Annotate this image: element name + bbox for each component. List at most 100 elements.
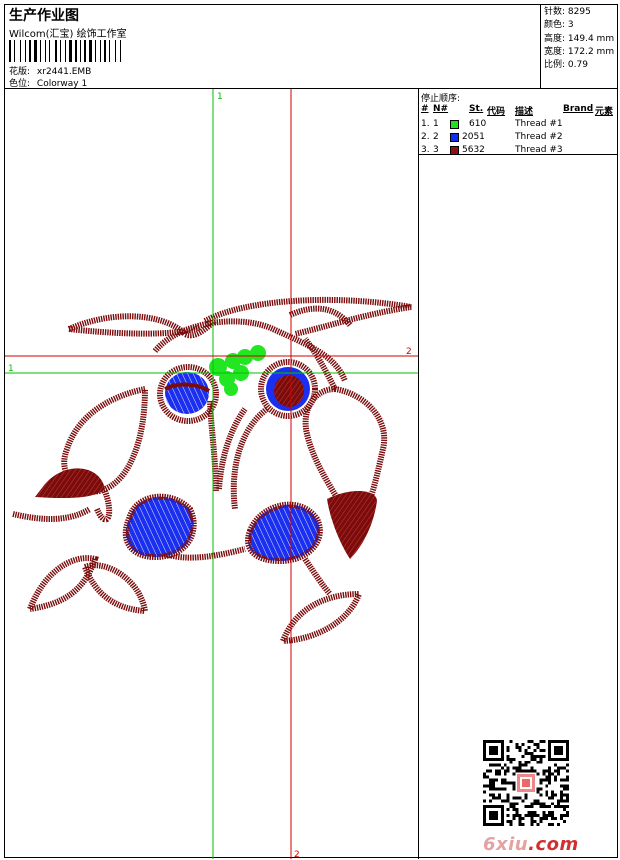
watermark-logo: 6xiu.com	[483, 834, 579, 855]
table-row: 3. 3 5632 Thread #3	[419, 145, 617, 158]
barcode-bar	[65, 40, 66, 62]
barcode-bar	[102, 40, 103, 62]
barcode-bar	[27, 40, 28, 62]
guide-h1-label: 1	[8, 364, 14, 374]
barcode	[9, 40, 135, 62]
barcode-bar	[34, 40, 37, 62]
guide-v1-label: 1	[217, 92, 223, 102]
bottom-right-leaf	[280, 590, 364, 644]
stat-value: 0.79	[567, 60, 588, 71]
barcode-bar	[120, 40, 121, 62]
barcode-bar	[25, 40, 26, 62]
col-code: 代码	[487, 107, 506, 117]
barcode-bar	[82, 40, 83, 62]
embroidery-preview: 1 2 1 2	[5, 89, 418, 859]
barcode-bar	[40, 40, 41, 62]
stat-width: 宽度: 172.2 mm	[544, 46, 617, 59]
left-bud-cap	[35, 468, 105, 499]
stat-label: 比例:	[544, 60, 566, 71]
stat-scale: 比例: 0.79	[544, 59, 617, 72]
qr-code	[483, 740, 569, 826]
stat-value: 8295	[567, 7, 591, 17]
col-num: #	[421, 104, 429, 114]
colorway-value: Colorway 1	[36, 79, 88, 89]
barcode-bar	[45, 40, 46, 62]
stat-height: 高度: 149.4 mm	[544, 33, 617, 46]
barcode-bar	[22, 40, 24, 62]
sheet-subtitle: Wilcom(汇宝) 绘饰工作室	[9, 29, 127, 40]
barcode-bar	[9, 40, 11, 62]
lower-right-bulb	[245, 501, 323, 565]
watermark-site: 6xiu	[483, 834, 529, 855]
barcode-bar	[12, 40, 13, 62]
barcode-bar	[67, 40, 68, 62]
stat-value: 149.4 mm	[567, 33, 615, 44]
barcode-bar	[16, 40, 19, 62]
barcode-bar	[84, 40, 86, 62]
left-bud-tail	[94, 489, 113, 523]
table-row: 2. 2 2051 Thread #2	[419, 132, 617, 145]
barcode-bar	[89, 40, 92, 62]
stat-stitches: 针数: 8295	[544, 6, 617, 19]
left-eye-fill	[165, 372, 209, 414]
production-sheet: 生产作业图 Wilcom(汇宝) 绘饰工作室 花版: xr2441.EMB 色位…	[4, 4, 618, 859]
barcode-bar	[58, 40, 59, 62]
row-n: 3	[433, 145, 439, 155]
stop-sequence-title: 停止顺序:	[421, 94, 461, 104]
col-desc: 描述	[515, 107, 534, 117]
col-brand: Brand	[563, 104, 594, 114]
row-desc: Thread #3	[515, 145, 563, 155]
sheet-title: 生产作业图	[9, 8, 79, 24]
barcode-bar	[80, 40, 81, 62]
right-bud-cap	[327, 490, 377, 559]
table-row: 1. 1 610 Thread #1	[419, 119, 617, 132]
barcode-bar	[109, 40, 110, 62]
barcode-bar	[117, 40, 119, 62]
thread-swatch	[450, 120, 459, 129]
left-long-leaf	[12, 506, 92, 522]
row-num: 3.	[421, 145, 430, 155]
stat-value: 172.2 mm	[567, 46, 615, 57]
stat-label: 颜色:	[544, 20, 566, 31]
colorway-label: 色位:	[9, 79, 31, 89]
lower-left-leaf-2	[82, 562, 149, 615]
stats-panel: 针数: 8295 颜色: 3 高度: 149.4 mm 宽度: 172.2 mm…	[541, 5, 617, 89]
row-num: 2.	[421, 132, 430, 142]
row-n: 1	[433, 119, 439, 129]
barcode-bar	[111, 40, 114, 62]
design-canvas: 1 2 1 2	[5, 89, 419, 859]
stat-label: 高度:	[544, 33, 566, 44]
row-desc: Thread #1	[515, 119, 563, 129]
barcode-bar	[97, 40, 99, 62]
row-code: 610	[469, 119, 487, 129]
guide-v2-label: 2	[294, 850, 300, 859]
barcode-bar	[55, 40, 57, 62]
right-arm	[230, 406, 269, 510]
colorway-row: 色位: Colorway 1	[9, 76, 87, 89]
right-eye-core	[274, 375, 304, 407]
barcode-bar	[42, 40, 44, 62]
barcode-bar	[38, 40, 39, 62]
barcode-bar	[87, 40, 88, 62]
row-code: 2051	[462, 132, 485, 142]
bottom-right-stem	[302, 557, 333, 596]
barcode-bar	[60, 40, 61, 62]
barcode-bar	[93, 40, 94, 62]
barcode-bar	[47, 40, 48, 62]
barcode-bar	[51, 40, 54, 62]
stat-value: 3	[567, 20, 574, 31]
right-wing-outline	[203, 296, 412, 337]
barcode-bar	[14, 40, 15, 62]
barcode-bar	[69, 40, 72, 62]
barcode-bar	[62, 40, 64, 62]
watermark-tld: .com	[528, 834, 579, 855]
thread-swatch	[450, 146, 459, 155]
stat-label: 宽度:	[544, 46, 566, 57]
header-info: 生产作业图 Wilcom(汇宝) 绘饰工作室 花版: xr2441.EMB 色位…	[5, 5, 541, 89]
col-n: N#	[433, 104, 449, 114]
barcode-bar	[75, 40, 77, 62]
row-n: 2	[433, 132, 439, 142]
green-cluster	[209, 345, 266, 396]
barcode-bar	[100, 40, 101, 62]
stat-colors: 颜色: 3	[544, 19, 617, 32]
